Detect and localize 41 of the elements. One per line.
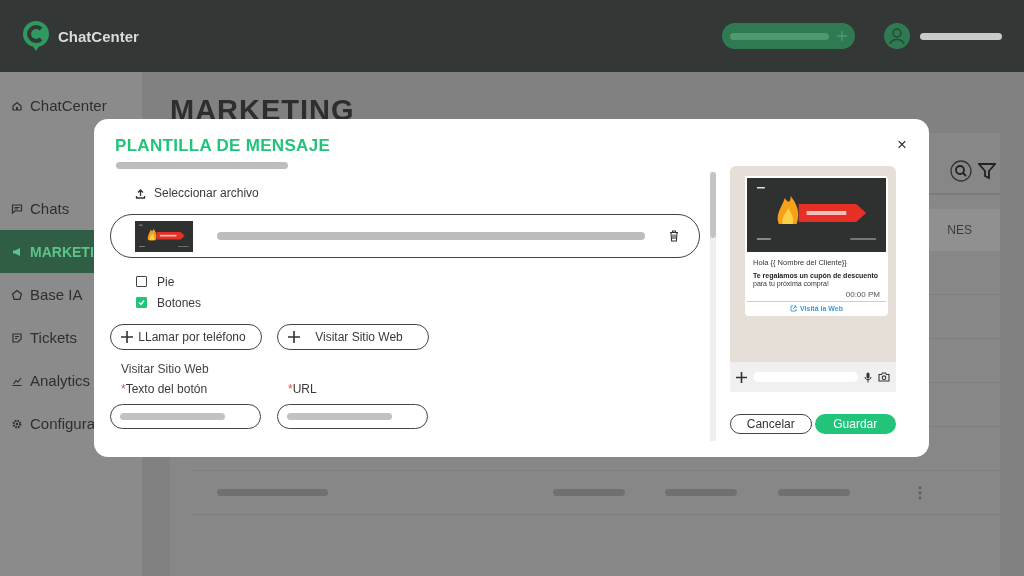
add-button[interactable]: LLamar por teléfono bbox=[110, 324, 262, 350]
plus-icon bbox=[121, 331, 133, 343]
save-button[interactable]: Guardar bbox=[814, 414, 896, 434]
home-icon bbox=[11, 99, 23, 112]
option-label: Botones bbox=[157, 295, 202, 310]
plus-icon bbox=[837, 31, 847, 41]
trash-icon[interactable] bbox=[669, 230, 679, 242]
camera-icon[interactable] bbox=[878, 372, 890, 382]
dialog-title: PLANTILLA DE MENSAJE bbox=[115, 136, 332, 156]
filter-icon[interactable] bbox=[978, 162, 996, 180]
add-button[interactable]: Visitar Sitio Web bbox=[277, 324, 429, 350]
plus-icon bbox=[288, 331, 300, 343]
option-label: Pie bbox=[157, 274, 175, 289]
logo-icon bbox=[22, 20, 52, 52]
sidebar-item[interactable]: Configura bbox=[0, 402, 142, 445]
checkbox[interactable] bbox=[136, 297, 147, 308]
note-icon bbox=[11, 331, 23, 344]
close-button[interactable]: × bbox=[897, 135, 907, 155]
chat-icon bbox=[11, 202, 23, 215]
page-title: MARKETING bbox=[170, 94, 356, 127]
search-icon[interactable] bbox=[950, 160, 972, 182]
brand-name: ChatCenter bbox=[58, 27, 139, 45]
pentagon-icon bbox=[11, 288, 23, 301]
external-link-icon bbox=[790, 305, 798, 312]
avatar-icon[interactable] bbox=[884, 23, 910, 49]
new-button[interactable] bbox=[722, 23, 855, 49]
field-label: *Texto del botón bbox=[121, 382, 209, 398]
sidebar-item[interactable]: ChatCenter bbox=[0, 84, 142, 127]
cancel-button[interactable]: Cancelar bbox=[730, 414, 812, 434]
megaphone-icon bbox=[11, 245, 23, 258]
upload-icon bbox=[135, 187, 146, 199]
settings-icon bbox=[11, 417, 23, 430]
field-label: *URL bbox=[288, 382, 318, 398]
scrollbar[interactable] bbox=[710, 172, 716, 441]
checkbox[interactable] bbox=[136, 276, 147, 287]
microphone-icon[interactable] bbox=[864, 371, 872, 383]
plus-icon[interactable] bbox=[736, 371, 747, 383]
section-title: Visitar Sitio Web bbox=[121, 362, 210, 376]
sidebar-item[interactable]: Base IA bbox=[0, 273, 142, 316]
column-header: NES bbox=[947, 223, 972, 237]
message-time: 00:00 PM bbox=[844, 290, 880, 299]
